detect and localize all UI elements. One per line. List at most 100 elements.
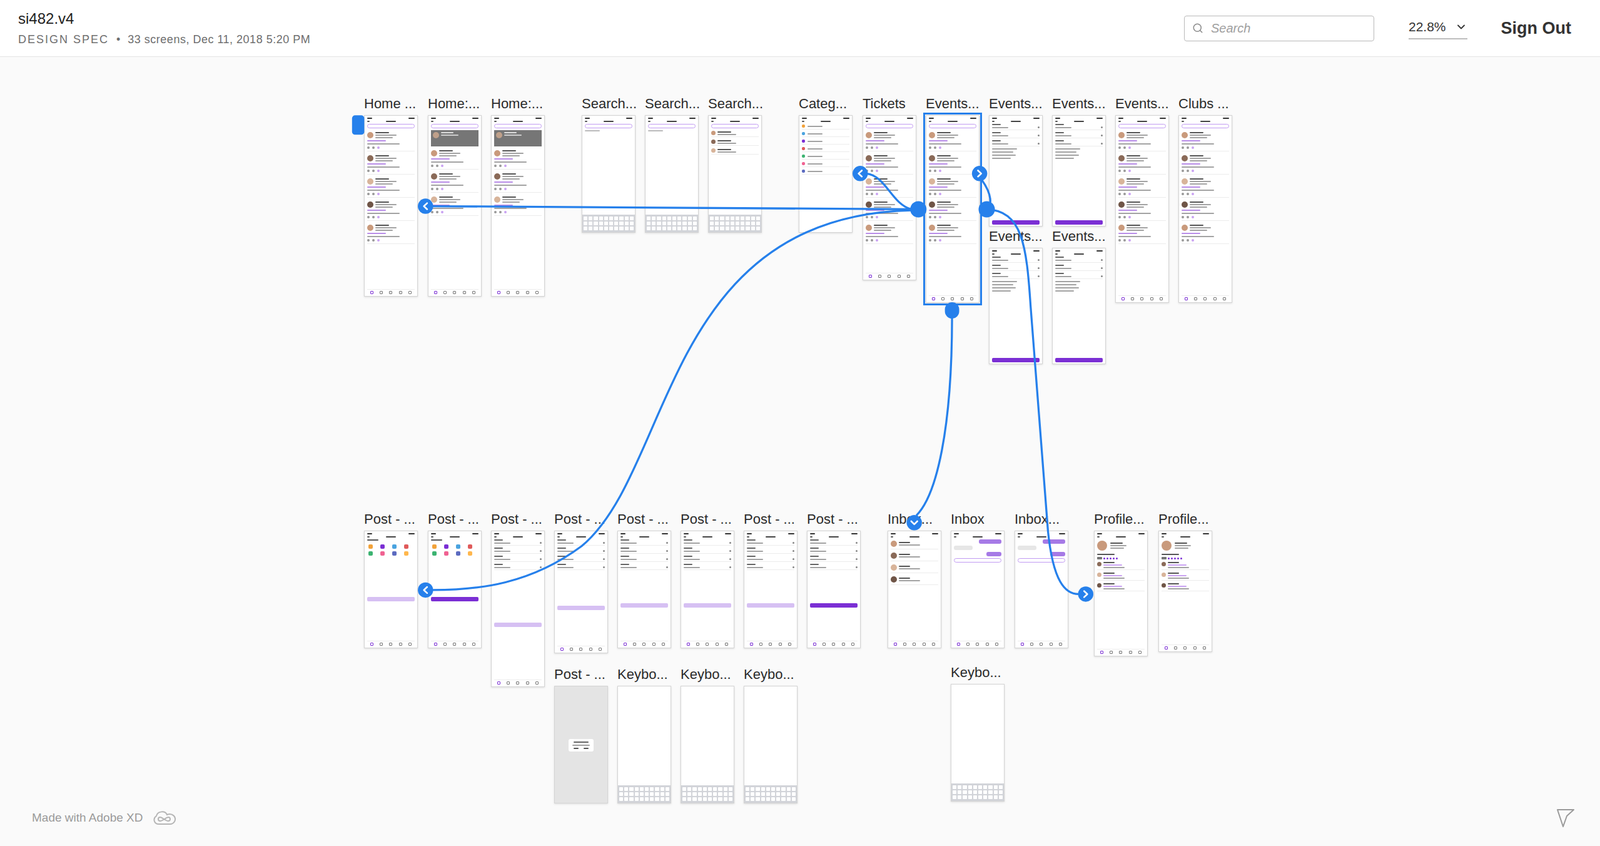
status-bar xyxy=(1097,532,1145,535)
nav-bar xyxy=(1055,120,1103,122)
artboard-label: Home:... xyxy=(427,95,482,112)
artboard[interactable]: Clubs ... xyxy=(1178,95,1233,303)
artboard[interactable]: Events... xyxy=(988,95,1043,227)
artboard-thumbnail[interactable] xyxy=(988,247,1043,365)
tab-bar xyxy=(367,288,415,295)
artboard[interactable]: Inbox... xyxy=(1014,511,1069,649)
link-handle-icon[interactable] xyxy=(945,302,960,319)
link-line xyxy=(432,206,912,210)
artboard[interactable]: Events... xyxy=(1052,228,1106,365)
artboard-thumbnail[interactable] xyxy=(581,115,636,233)
artboard[interactable]: Tickets xyxy=(862,95,917,281)
artboard[interactable]: Keybo... xyxy=(617,666,672,804)
artboard[interactable]: Post - ... xyxy=(427,511,482,649)
artboard[interactable]: Search... xyxy=(708,95,762,233)
artboard-thumbnail[interactable] xyxy=(617,530,672,649)
artboard-thumbnail[interactable] xyxy=(1052,247,1106,365)
artboard[interactable]: Post - ... xyxy=(491,511,545,687)
artboard-thumbnail[interactable] xyxy=(743,530,798,649)
artboard-thumbnail[interactable] xyxy=(617,685,672,804)
nav-bar xyxy=(1097,536,1145,538)
artboard-thumbnail[interactable] xyxy=(988,115,1043,227)
link-handle-icon[interactable] xyxy=(978,200,995,218)
artboard[interactable]: Profile... xyxy=(1093,511,1148,657)
form-row xyxy=(1055,272,1103,279)
search-field[interactable] xyxy=(1184,15,1375,42)
link-handle-icon[interactable] xyxy=(910,200,927,218)
artboard-thumbnail[interactable] xyxy=(806,530,861,649)
nav-bar xyxy=(928,120,977,122)
link-target-icon[interactable] xyxy=(972,165,988,181)
artboard-thumbnail[interactable] xyxy=(680,530,735,649)
artboard[interactable]: Events... xyxy=(1052,95,1106,227)
status-bar xyxy=(557,532,605,535)
artboard-thumbnail[interactable] xyxy=(364,115,418,297)
zoom-dropdown[interactable]: 22.8% xyxy=(1408,16,1468,40)
artboard-thumbnail[interactable] xyxy=(427,530,482,649)
artboard[interactable]: Keybo... xyxy=(950,664,1005,802)
search-input[interactable] xyxy=(1209,20,1367,37)
artboard-thumbnail[interactable] xyxy=(950,530,1005,649)
link-target-icon[interactable] xyxy=(906,514,922,530)
artboard-thumbnail[interactable] xyxy=(1014,530,1069,649)
artboard-thumbnail[interactable] xyxy=(925,115,980,303)
artboard-thumbnail[interactable] xyxy=(1158,530,1213,652)
artboard[interactable]: Search... xyxy=(644,95,699,233)
status-bar xyxy=(953,532,1002,535)
form-row xyxy=(620,555,669,562)
artboard[interactable]: Post - ... xyxy=(617,511,672,649)
artboard[interactable]: Keybo... xyxy=(743,666,798,804)
artboard[interactable]: Post - ... xyxy=(743,511,798,649)
comment-flag-icon[interactable] xyxy=(1554,806,1577,829)
artboard-thumbnail[interactable] xyxy=(364,530,418,649)
artboard-thumbnail[interactable] xyxy=(798,115,853,233)
link-target-icon[interactable] xyxy=(417,198,433,214)
artboard-thumbnail[interactable] xyxy=(1178,115,1233,303)
artboard[interactable]: Keybo... xyxy=(680,666,735,804)
artboard[interactable]: Profile... xyxy=(1158,511,1213,652)
artboard-canvas: Home ...Home:...Home:...Search...Search.… xyxy=(0,56,1600,846)
artboard-label: Home:... xyxy=(491,95,545,112)
link-target-icon[interactable] xyxy=(417,582,433,598)
sign-out-button[interactable]: Sign Out xyxy=(1499,16,1573,41)
artboard[interactable]: Events... xyxy=(925,95,980,303)
artboard-thumbnail[interactable] xyxy=(427,115,482,297)
artboard[interactable]: Post - ... xyxy=(806,511,861,649)
artboard[interactable]: Post - ... xyxy=(554,511,608,654)
artboard[interactable]: Inbox xyxy=(950,511,1005,649)
artboard-thumbnail[interactable] xyxy=(680,685,735,804)
artboard[interactable]: Events... xyxy=(988,228,1043,365)
link-target-icon[interactable] xyxy=(1078,586,1094,602)
artboard-thumbnail[interactable] xyxy=(644,115,699,233)
artboard[interactable]: Home ... xyxy=(364,95,418,297)
form-row xyxy=(746,547,795,554)
feed-card xyxy=(1118,199,1166,221)
artboard[interactable]: Inbox... xyxy=(887,511,942,649)
back-link-icon[interactable] xyxy=(852,165,868,181)
artboard-thumbnail[interactable] xyxy=(1052,115,1106,227)
artboard-thumbnail[interactable] xyxy=(491,530,545,687)
artboard[interactable]: Events... xyxy=(1115,95,1170,303)
artboard-thumbnail[interactable] xyxy=(1093,530,1148,657)
artboard-thumbnail[interactable] xyxy=(950,683,1005,802)
artboard-thumbnail[interactable] xyxy=(743,685,798,804)
artboard[interactable]: Home:... xyxy=(491,95,545,297)
artboard[interactable]: Post - ... xyxy=(364,511,418,649)
artboard[interactable]: Post - ... xyxy=(554,666,608,804)
status-bar xyxy=(928,117,977,119)
artboard-thumbnail[interactable] xyxy=(491,115,545,297)
artboard-label: Post - ... xyxy=(554,666,608,683)
artboard-thumbnail[interactable] xyxy=(1115,115,1170,303)
artboard[interactable]: Post - ... xyxy=(680,511,735,649)
artboard[interactable]: Home:... xyxy=(427,95,482,297)
artboard-thumbnail[interactable] xyxy=(554,685,608,804)
artboard[interactable]: Categ... xyxy=(798,95,853,233)
artboard-thumbnail[interactable] xyxy=(887,530,942,649)
form-row xyxy=(683,547,732,554)
artboard-thumbnail[interactable] xyxy=(708,115,762,233)
artboard-thumbnail[interactable] xyxy=(862,115,917,281)
status-bar xyxy=(367,532,415,535)
artboard-thumbnail[interactable] xyxy=(554,530,608,654)
home-flag-icon[interactable] xyxy=(352,115,365,135)
artboard[interactable]: Search... xyxy=(581,95,636,233)
